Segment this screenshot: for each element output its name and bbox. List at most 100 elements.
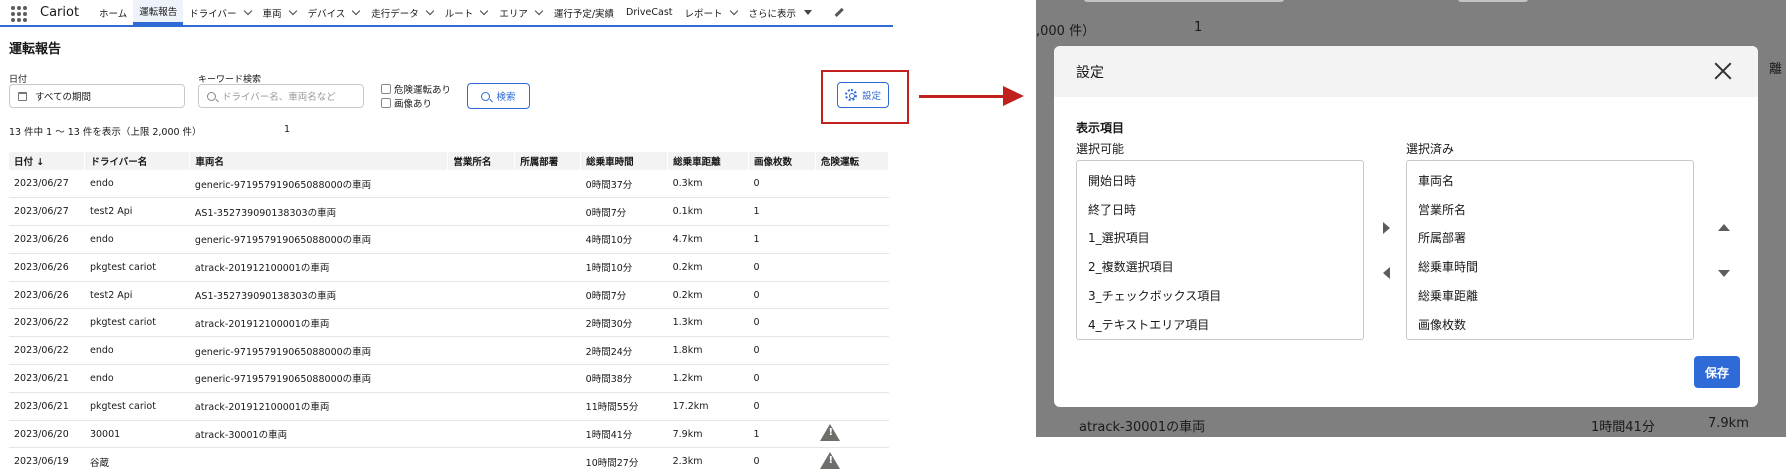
table-row[interactable]: 2023/06/21 pkgtest cariot atrack-201912100…	[9, 392, 889, 421]
drive-report-table: 日付 ↓ ドライバー名 車両名 営業所名 所属部署 総乗車時間 総乗車距離 画像…	[9, 152, 890, 473]
nav-item-travel-data[interactable]: 走行データ	[365, 0, 439, 25]
cell-image-count: 1	[748, 420, 816, 449]
table-row[interactable]: 2023/06/19 谷蔵 10時間27分 2.3km 0	[9, 447, 889, 473]
background-button	[1458, 0, 1528, 2]
cell-department	[514, 336, 581, 366]
table-row[interactable]: 2023/06/26 pkgtest cariot atrack-201912100…	[9, 253, 889, 282]
cell-dangerous-driving	[815, 197, 889, 227]
cell-total-time: 2時間30分	[580, 308, 668, 338]
list-option[interactable]: 開始日時	[1077, 166, 1363, 195]
list-option[interactable]: 終了日時	[1077, 195, 1363, 224]
cell-driver: endo	[84, 225, 190, 254]
move-up-arrow-icon[interactable]	[1718, 224, 1730, 231]
column-header-date[interactable]: 日付 ↓	[9, 152, 86, 170]
modal-header: 設定	[1054, 46, 1758, 97]
nav-item-report[interactable]: レポート	[679, 0, 743, 25]
danger-driving-checkbox[interactable]: 危険運転あり	[381, 82, 451, 96]
table-row[interactable]: 2023/06/20 30001 atrack-30001の車両 1時間41分 7.9k…	[9, 420, 889, 449]
column-header-vehicle[interactable]: 車両名	[189, 152, 449, 170]
page-title: 運転報告	[9, 42, 62, 57]
column-header-department[interactable]: 所属部署	[514, 152, 582, 170]
edit-nav-button[interactable]	[818, 0, 850, 25]
list-option[interactable]: 営業所名	[1407, 195, 1693, 224]
cell-department	[514, 225, 581, 254]
has-image-checkbox[interactable]: 画像あり	[381, 96, 432, 110]
settings-modal-overlay: ,000 件） 1 離 atrack-30001の車両 1時間41分 7.9km…	[1036, 0, 1786, 437]
move-left-arrow-icon[interactable]	[1383, 267, 1390, 279]
column-header-total-distance[interactable]: 総乗車距離	[667, 152, 750, 170]
search-button[interactable]: 検索	[467, 83, 530, 109]
cell-image-count: 0	[748, 364, 816, 393]
list-option[interactable]: 総乗車距離	[1407, 281, 1693, 310]
cell-department	[514, 253, 581, 282]
keyword-search-input[interactable]: ドライバー名、車両名など	[198, 84, 364, 108]
cell-dangerous-driving	[815, 447, 889, 473]
nav-item-more[interactable]: さらに表示	[743, 0, 819, 25]
table-row[interactable]: 2023/06/27 test2 Api AS1-352739090138303の車…	[9, 197, 889, 227]
nav-item-drive-report[interactable]: 運転報告	[133, 0, 184, 25]
list-option[interactable]: 2_複数選択項目	[1077, 252, 1363, 281]
cell-total-time: 0時間37分	[580, 170, 668, 199]
cell-department	[514, 197, 581, 227]
available-fields-listbox[interactable]: 開始日時 終了日時 1_選択項目 2_複数選択項目 3_チェックボックス項目 4…	[1076, 160, 1364, 340]
selected-fields-listbox[interactable]: 車両名 営業所名 所属部署 総乗車時間 総乗車距離 画像枚数	[1406, 160, 1694, 340]
app-launcher-icon[interactable]	[11, 6, 27, 22]
list-option[interactable]: 総乗車時間	[1407, 252, 1693, 281]
nav-item-area[interactable]: エリア	[493, 0, 548, 25]
available-list-label: 選択可能	[1076, 142, 1125, 156]
settings-button[interactable]: 設定	[837, 82, 889, 108]
cell-vehicle: generic-971957919065088000の車両	[189, 336, 448, 366]
cell-image-count: 0	[748, 170, 816, 199]
list-option[interactable]: 3_チェックボックス項目	[1077, 281, 1363, 310]
list-option[interactable]: 所属部署	[1407, 224, 1693, 253]
cell-date: 2023/06/22	[9, 336, 85, 366]
search-icon	[481, 91, 491, 101]
column-header-total-time[interactable]: 総乗車時間	[580, 152, 669, 170]
date-filter-select[interactable]: すべての期間	[9, 84, 185, 108]
cell-department	[514, 364, 581, 393]
nav-item-driver[interactable]: ドライバー	[183, 0, 256, 25]
list-option[interactable]: 4_テキストエリア項目	[1077, 310, 1363, 339]
move-right-arrow-icon[interactable]	[1383, 222, 1390, 234]
table-row[interactable]: 2023/06/22 pkgtest cariot atrack-201912100…	[9, 308, 889, 338]
table-row[interactable]: 2023/06/22 endo generic-971957919065088000…	[9, 336, 889, 366]
table-row[interactable]: 2023/06/21 endo generic-971957919065088000…	[9, 364, 889, 393]
cell-date: 2023/06/27	[9, 170, 85, 199]
report-page: Cariot ホーム 運転報告 ドライバー 車両 デバイス 走行データ ルート …	[0, 0, 893, 473]
cell-vehicle: AS1-352739090138303の車両	[189, 197, 448, 227]
nav-item-home[interactable]: ホーム	[93, 0, 133, 25]
page-number[interactable]: 1	[284, 124, 290, 135]
list-option[interactable]: 画像枚数	[1407, 310, 1693, 339]
list-option[interactable]: 車両名	[1407, 166, 1693, 195]
nav-item-vehicle[interactable]: 車両	[257, 0, 302, 25]
table-row[interactable]: 2023/06/26 endo generic-971957919065088000…	[9, 225, 889, 254]
save-button[interactable]: 保存	[1694, 356, 1740, 388]
checkbox-box[interactable]	[381, 84, 391, 94]
settings-button-label: 設定	[861, 91, 881, 102]
cell-total-time: 10時間27分	[580, 447, 668, 473]
table-row[interactable]: 2023/06/26 test2 Api AS1-352739090138303の車…	[9, 281, 889, 310]
column-header-driver[interactable]: ドライバー名	[84, 152, 191, 170]
close-icon[interactable]	[1714, 62, 1732, 80]
gear-icon	[844, 89, 857, 101]
cell-total-distance: 0.1km	[667, 197, 749, 227]
cell-image-count: 0	[748, 308, 816, 338]
cell-total-distance: 7.9km	[667, 420, 749, 449]
column-header-image-count[interactable]: 画像枚数	[748, 152, 816, 170]
column-header-dangerous-driving[interactable]: 危険運転	[815, 152, 890, 170]
move-down-arrow-icon[interactable]	[1718, 270, 1730, 277]
result-summary: 13 件中 1 ～ 13 件を表示（上限 2,000 件）	[9, 127, 202, 138]
list-option[interactable]: 1_選択項目	[1077, 224, 1363, 253]
cell-total-time: 0時間7分	[580, 197, 668, 227]
cell-driver: endo	[84, 364, 190, 393]
cell-total-time: 0時間38分	[580, 364, 668, 393]
column-header-office[interactable]: 営業所名	[447, 152, 516, 170]
table-row[interactable]: 2023/06/27 endo generic-971957919065088000…	[9, 170, 889, 199]
cell-driver: endo	[84, 336, 190, 366]
cell-image-count: 1	[748, 225, 816, 254]
nav-item-device[interactable]: デバイス	[302, 0, 366, 25]
nav-item-operation-plan[interactable]: 運行予定/実績	[548, 0, 620, 25]
nav-item-route[interactable]: ルート	[439, 0, 494, 25]
checkbox-box[interactable]	[381, 98, 391, 108]
nav-item-drivecast[interactable]: DriveCast	[620, 0, 678, 25]
